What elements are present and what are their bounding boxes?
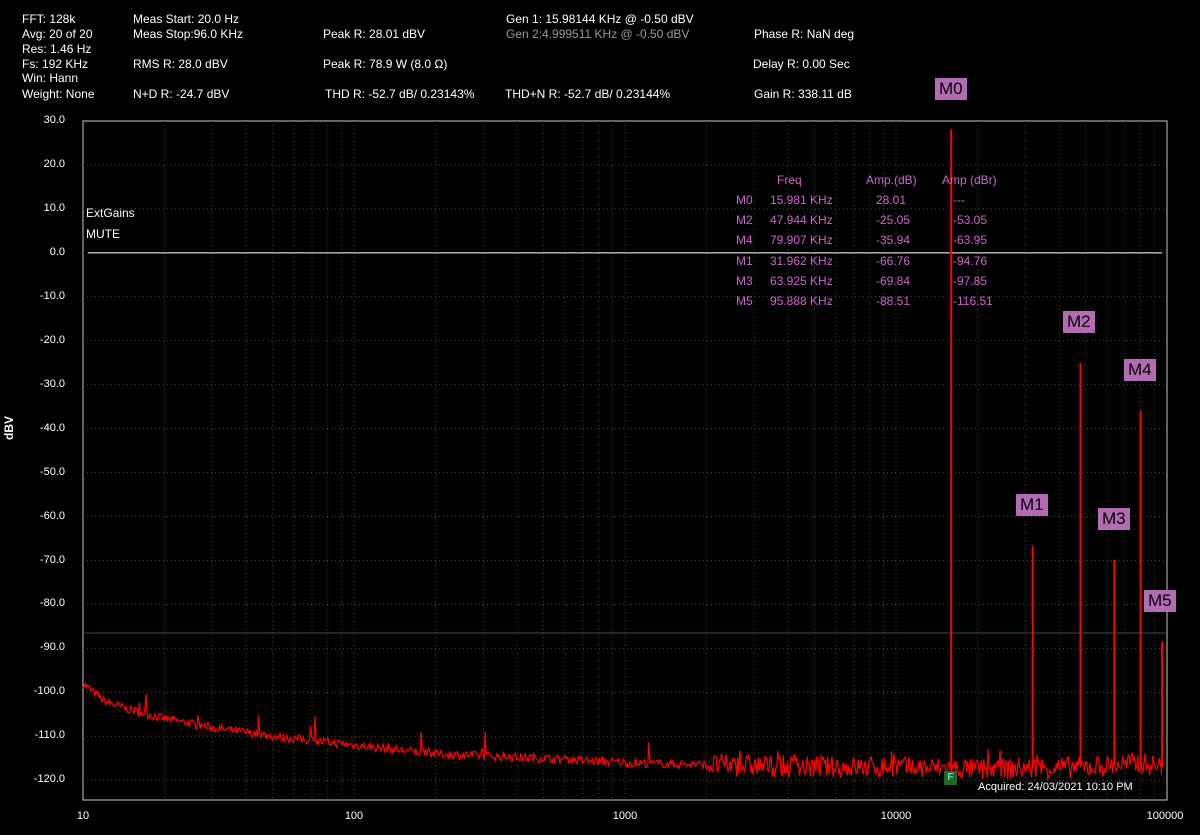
table-cell-id: M1 (736, 253, 753, 268)
table-cell-amp-dbr: -63.95 (953, 233, 988, 248)
y-tick-label: 30.0 (43, 114, 65, 126)
y-axis-label: dBV (2, 416, 16, 440)
y-tick-label: 10.0 (43, 201, 65, 214)
y-tick-label: -50.0 (39, 465, 65, 478)
spectrum-plot (82, 120, 1168, 801)
table-header-freq: Freq (777, 173, 802, 187)
x-tick-label: 10 (76, 810, 90, 822)
acquired-timestamp: Acquired: 24/03/2021 10:10 PM (978, 781, 1133, 793)
table-cell-freq: 15.981 KHz (770, 193, 833, 207)
table-cell-amp-dbr: -116.51 (953, 294, 993, 308)
y-tick-label: 0.0 (49, 245, 65, 258)
table-cell-amp-db: -69.84 (876, 273, 911, 288)
y-tick-label: -120.0 (33, 773, 65, 786)
y-tick-label: -90.0 (39, 641, 65, 654)
table-cell-id: M3 (736, 273, 753, 288)
table-cell-amp-db: -35.94 (876, 233, 911, 248)
plot-frame (82, 120, 1168, 801)
table-cell-id: M2 (736, 213, 753, 228)
ext-gains-note: ExtGains (86, 206, 135, 220)
table-header-amp-db: Amp.(dB) (866, 173, 917, 187)
y-tick-label: -70.0 (39, 553, 65, 566)
table-cell-id: M0 (736, 193, 753, 207)
marker-tag-m3: M3 (1098, 508, 1130, 530)
table-cell-freq: 31.962 KHz (770, 253, 833, 268)
table-cell-freq: 79.907 KHz (770, 233, 833, 248)
table-header-amp-dbr: Amp (dBr) (942, 173, 997, 187)
table-cell-amp-dbr: --- (953, 193, 965, 207)
table-cell-freq: 63.925 KHz (770, 273, 833, 288)
table-cell-id: M5 (736, 294, 753, 308)
y-tick-label: -20.0 (39, 333, 65, 346)
y-tick-label: -60.0 (39, 509, 65, 522)
marker-tag-m5: M5 (1144, 590, 1176, 612)
marker-tag-m2: M2 (1063, 311, 1095, 333)
y-tick-label: -30.0 (39, 377, 65, 390)
x-tick-label: 10000 (880, 810, 912, 822)
y-tick-label: -110.0 (34, 729, 65, 742)
marker-tag-m0: M0 (935, 78, 967, 100)
mute-note: MUTE (86, 227, 120, 241)
table-cell-amp-dbr: -97.85 (953, 273, 988, 288)
marker-tag-m4: M4 (1124, 359, 1156, 381)
y-tick-label: -80.0 (39, 597, 65, 610)
marker-tag-m1: M1 (1016, 494, 1048, 516)
x-tick-label: 1000 (612, 810, 638, 822)
y-tick-label: -10.0 (39, 289, 65, 302)
table-cell-amp-dbr: -53.05 (953, 213, 988, 228)
table-cell-amp-db: -66.76 (876, 253, 911, 268)
y-tick-label: -100.0 (33, 685, 65, 698)
table-cell-amp-db: -88.51 (876, 294, 911, 308)
table-cell-amp-db: 28.01 (876, 193, 907, 207)
table-cell-freq: 47.944 KHz (770, 213, 833, 228)
table-cell-amp-dbr: -94.76 (953, 253, 988, 268)
table-cell-id: M4 (736, 233, 753, 248)
x-tick-label: 100000 (1146, 810, 1184, 822)
table-cell-freq: 95.888 KHz (770, 294, 833, 308)
f-marker-flag: F (944, 771, 957, 785)
table-cell-amp-db: -25.05 (876, 213, 911, 228)
x-tick-label: 100 (344, 810, 364, 822)
y-tick-label: 20.0 (43, 157, 65, 170)
